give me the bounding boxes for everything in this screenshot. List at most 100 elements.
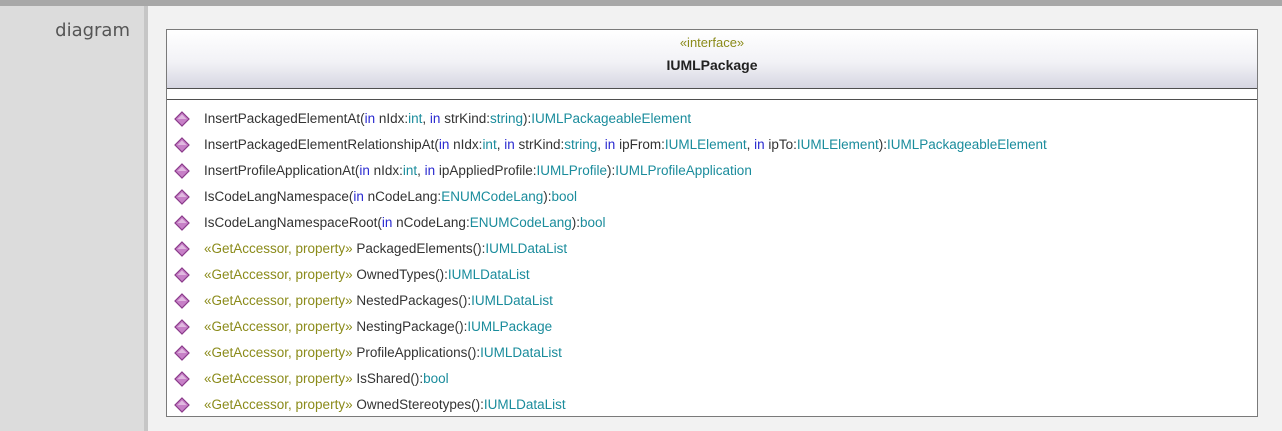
classifier-stereotype: «interface» bbox=[679, 35, 745, 50]
operation-text: strKind: bbox=[440, 111, 490, 126]
operation-text: InsertProfileApplicationAt( bbox=[204, 163, 360, 178]
operation-text: IsShared(): bbox=[352, 371, 424, 386]
operation-row: «GetAccessor, property» IsShared():bool bbox=[167, 366, 1257, 392]
operation-text: nIdx: bbox=[375, 111, 409, 126]
classifier-header: «interface» IUMLPackage bbox=[167, 30, 1257, 89]
operation-text: OwnedTypes(): bbox=[352, 267, 448, 282]
param-direction-keyword: in bbox=[381, 215, 393, 230]
operation-diamond-icon bbox=[174, 111, 190, 127]
operation-text: nIdx: bbox=[369, 163, 403, 178]
type-name: IUMLPackage bbox=[467, 319, 553, 334]
type-name: int bbox=[408, 111, 423, 126]
type-name: IUMLProfileApplication bbox=[615, 163, 752, 178]
operation-text: InsertPackagedElementRelationshipAt( bbox=[204, 137, 439, 152]
operation-text: InsertPackagedElementAt( bbox=[204, 111, 365, 126]
type-name: IUMLElement bbox=[664, 137, 747, 152]
operation-diamond-icon bbox=[174, 345, 190, 361]
operation-text: ipTo: bbox=[764, 137, 797, 152]
operation-stereotype: «GetAccessor, property» bbox=[204, 241, 353, 256]
type-name: bool bbox=[551, 189, 578, 204]
param-direction-keyword: in bbox=[424, 163, 436, 178]
operation-text: OwnedStereotypes(): bbox=[352, 397, 484, 412]
operation-text: nIdx: bbox=[449, 137, 483, 152]
operation-diamond-icon bbox=[174, 319, 190, 335]
section-label-column: diagram bbox=[0, 6, 144, 431]
operation-text: ): bbox=[878, 137, 887, 152]
classifier-name: IUMLPackage bbox=[666, 57, 758, 73]
column-divider bbox=[144, 6, 148, 431]
type-name: IUMLDataList bbox=[485, 241, 568, 256]
operation-stereotype: «GetAccessor, property» bbox=[204, 319, 353, 334]
operation-row: InsertProfileApplicationAt(in nIdx:int, … bbox=[167, 158, 1257, 184]
type-name: bool bbox=[580, 215, 606, 230]
operation-diamond-icon bbox=[174, 371, 190, 387]
operation-stereotype: «GetAccessor, property» bbox=[204, 345, 353, 360]
type-name: IUMLDataList bbox=[483, 397, 566, 412]
operation-row: «GetAccessor, property» ProfileApplicati… bbox=[167, 340, 1257, 366]
operation-stereotype: «GetAccessor, property» bbox=[204, 267, 353, 282]
operation-diamond-icon bbox=[174, 189, 190, 205]
attribute-compartment bbox=[167, 89, 1257, 100]
operation-text: PackagedElements(): bbox=[352, 241, 486, 256]
operation-stereotype: «GetAccessor, property» bbox=[204, 293, 353, 308]
operation-text: ipAppliedProfile: bbox=[435, 163, 537, 178]
operation-diamond-icon bbox=[174, 267, 190, 283]
operation-text: , bbox=[422, 111, 430, 126]
operation-text: nCodeLang: bbox=[363, 189, 442, 204]
type-name: IUMLDataList bbox=[447, 267, 530, 282]
operation-row: IsCodeLangNamespace(in nCodeLang:ENUMCod… bbox=[167, 184, 1257, 210]
operation-text: nCodeLang: bbox=[392, 215, 470, 230]
param-direction-keyword: in bbox=[504, 137, 515, 152]
operation-text: ProfileApplications(): bbox=[352, 345, 481, 360]
operation-text: IsCodeLangNamespace( bbox=[204, 189, 354, 204]
operation-text: ): bbox=[522, 111, 532, 126]
param-direction-keyword: in bbox=[604, 137, 616, 152]
type-name: ENUMCodeLang bbox=[441, 189, 544, 204]
param-direction-keyword: in bbox=[438, 137, 450, 152]
type-name: IUMLDataList bbox=[480, 345, 562, 360]
operation-text: strKind: bbox=[514, 137, 565, 152]
operation-text: ipFrom: bbox=[615, 137, 665, 152]
operation-text: ): bbox=[571, 215, 581, 230]
type-name: string bbox=[489, 111, 523, 126]
type-name: IUMLDataList bbox=[471, 293, 553, 308]
type-name: int bbox=[402, 163, 418, 178]
param-direction-keyword: in bbox=[364, 111, 376, 126]
type-name: IUMLPackageableElement bbox=[531, 111, 692, 126]
operation-text: , bbox=[417, 163, 425, 178]
operation-text: NestedPackages(): bbox=[352, 293, 472, 308]
type-name: ENUMCodeLang bbox=[469, 215, 572, 230]
type-name: IUMLProfile bbox=[536, 163, 608, 178]
operation-row: «GetAccessor, property» OwnedTypes():IUM… bbox=[167, 262, 1257, 288]
operation-diamond-icon bbox=[174, 163, 190, 179]
section-label: diagram bbox=[55, 20, 130, 41]
operation-diamond-icon bbox=[174, 137, 190, 153]
operation-row: «GetAccessor, property» NestingPackage()… bbox=[167, 314, 1257, 340]
operation-row: «GetAccessor, property» NestedPackages()… bbox=[167, 288, 1257, 314]
operation-stereotype: «GetAccessor, property» bbox=[204, 371, 353, 386]
operation-row: «GetAccessor, property» OwnedStereotypes… bbox=[167, 392, 1257, 418]
type-name: string bbox=[564, 137, 598, 152]
operation-list: InsertPackagedElementAt(in nIdx:int, in … bbox=[167, 100, 1257, 418]
operation-diamond-icon bbox=[174, 241, 190, 257]
type-name: IUMLPackageableElement bbox=[886, 137, 1047, 152]
operation-text: IsCodeLangNamespaceRoot( bbox=[204, 215, 382, 230]
type-name: IUMLElement bbox=[796, 137, 879, 152]
operation-text: ): bbox=[543, 189, 552, 204]
operation-stereotype: «GetAccessor, property» bbox=[204, 397, 353, 412]
operation-diamond-icon bbox=[174, 293, 190, 309]
uml-interface-box: «interface» IUMLPackage InsertPackagedEl… bbox=[166, 29, 1258, 417]
operation-row: InsertPackagedElementAt(in nIdx:int, in … bbox=[167, 106, 1257, 132]
operation-diamond-icon bbox=[174, 215, 190, 231]
operation-row: «GetAccessor, property» PackagedElements… bbox=[167, 236, 1257, 262]
operation-text: NestingPackage(): bbox=[352, 319, 468, 334]
operation-text: , bbox=[597, 137, 605, 152]
operation-row: InsertPackagedElementRelationshipAt(in n… bbox=[167, 132, 1257, 158]
type-name: int bbox=[482, 137, 497, 152]
param-direction-keyword: in bbox=[754, 137, 765, 152]
operation-text: , bbox=[746, 137, 755, 152]
param-direction-keyword: in bbox=[359, 163, 370, 178]
type-name: bool bbox=[423, 371, 449, 386]
param-direction-keyword: in bbox=[429, 111, 441, 126]
param-direction-keyword: in bbox=[353, 189, 364, 204]
